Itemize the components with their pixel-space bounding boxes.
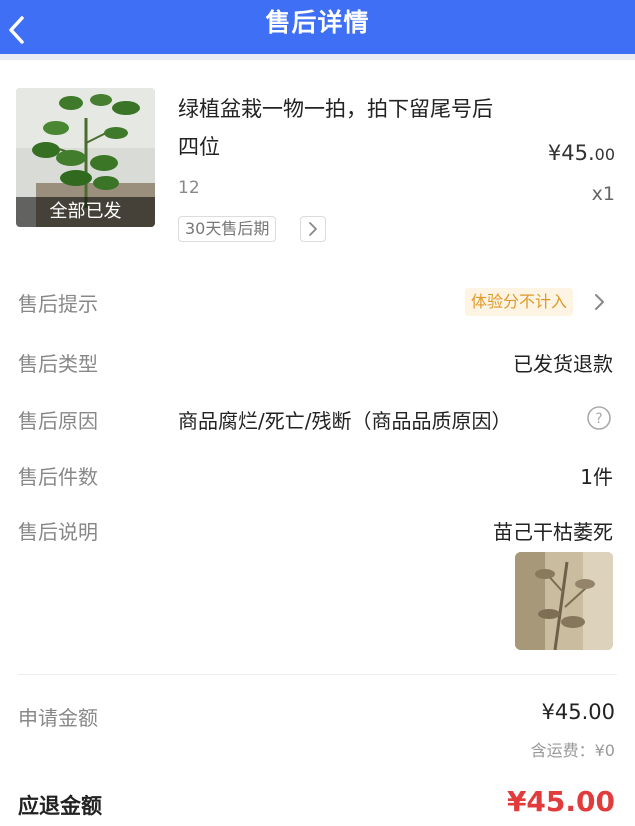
- type-label: 售后类型: [18, 352, 98, 376]
- svg-text:?: ?: [595, 411, 602, 427]
- note-value: 苗己干枯萎死: [493, 520, 613, 544]
- chevron-right-icon: [309, 222, 317, 236]
- product-price-main: ¥45.: [547, 141, 595, 165]
- product-name[interactable]: 绿植盆栽一物一拍，拍下留尾号后四位: [178, 90, 508, 166]
- tip-arrow[interactable]: [593, 292, 607, 312]
- refund-amount-label: 应退金额: [18, 794, 102, 818]
- experience-score-badge[interactable]: 体验分不计入: [464, 288, 573, 316]
- reason-value: 商品腐烂/死亡/残断（商品品质原因）: [178, 409, 512, 433]
- tip-label: 售后提示: [18, 292, 98, 316]
- count-value: 1件: [580, 465, 613, 489]
- page-title: 售后详情: [265, 8, 370, 37]
- withered-plant-photo: [515, 552, 613, 650]
- product-spec: 12: [178, 178, 200, 198]
- refund-amount-value: ¥45.00: [506, 785, 615, 818]
- evidence-photo[interactable]: [515, 552, 613, 650]
- aftersale-period-tag[interactable]: 30天售后期: [178, 216, 277, 242]
- product-image[interactable]: 全部已发: [16, 88, 155, 227]
- apply-amount-label: 申请金额: [18, 706, 98, 730]
- image-status-label: 全部已发: [16, 197, 155, 227]
- type-value: 已发货退款: [513, 352, 613, 376]
- help-button[interactable]: ?: [586, 405, 612, 431]
- header-divider: [0, 54, 635, 60]
- section-divider: [18, 674, 617, 675]
- chevron-right-icon: [595, 294, 604, 310]
- count-label: 售后件数: [18, 465, 98, 489]
- shipping-fee-note: 含运费：¥0: [530, 741, 615, 760]
- product-price: ¥45.00: [548, 141, 615, 165]
- top-bar: 售后详情: [0, 0, 635, 60]
- question-circle-icon: ?: [587, 406, 611, 430]
- product-price-cents: 00: [594, 145, 615, 164]
- note-label: 售后说明: [18, 520, 98, 544]
- apply-amount-value: ¥45.00: [541, 700, 615, 724]
- reason-label: 售后原因: [18, 409, 98, 433]
- product-quantity: x1: [591, 183, 615, 205]
- aftersale-period-arrow-button[interactable]: [300, 216, 326, 242]
